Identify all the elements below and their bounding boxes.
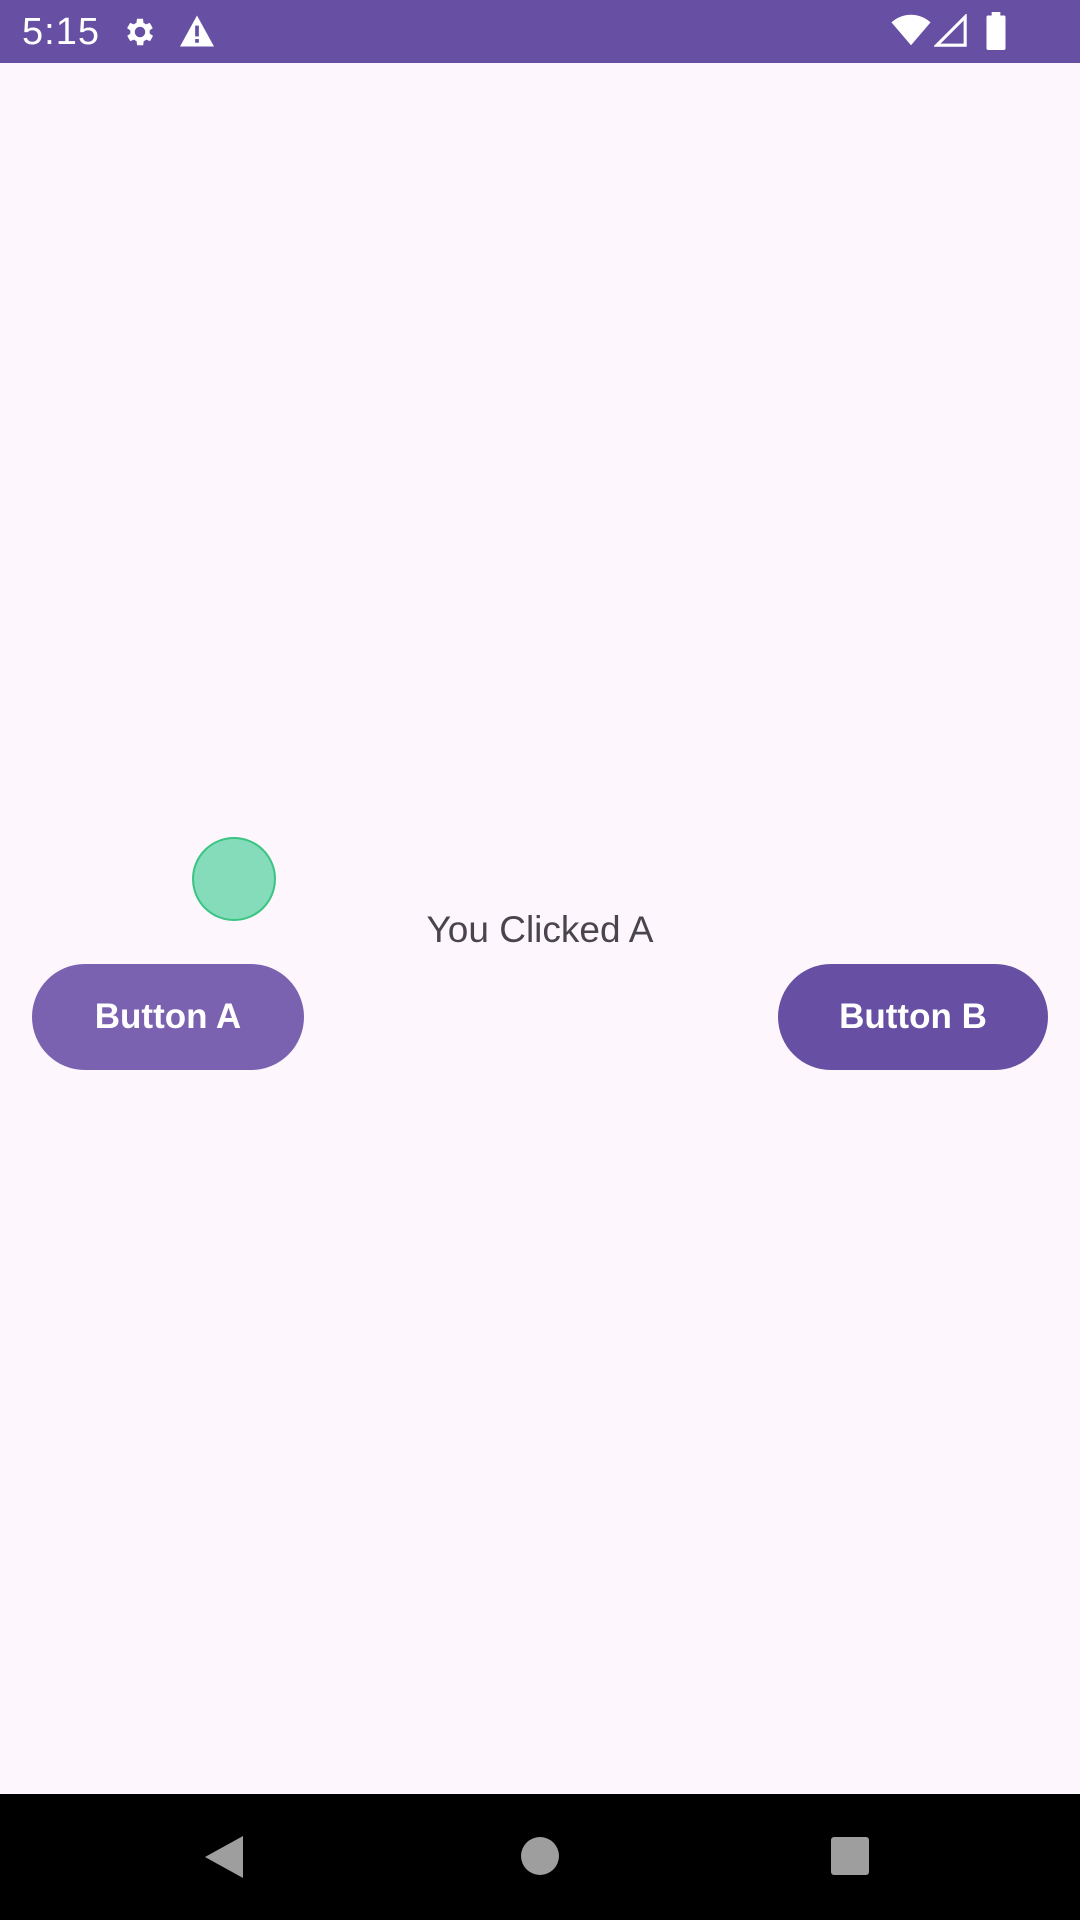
status-time: 5:15 bbox=[22, 11, 100, 53]
wifi-icon bbox=[891, 14, 931, 46]
result-text: You Clicked A bbox=[426, 909, 654, 950]
navigation-bar bbox=[0, 1794, 1080, 1920]
home-icon[interactable] bbox=[519, 1835, 561, 1877]
touch-indicator bbox=[192, 837, 276, 921]
recents-icon[interactable] bbox=[830, 1836, 870, 1876]
button-a[interactable]: Button A bbox=[32, 964, 304, 1070]
gear-icon bbox=[127, 18, 154, 46]
status-bar: 5:15 bbox=[0, 0, 1080, 63]
button-b[interactable]: Button B bbox=[778, 964, 1048, 1070]
signal-icon bbox=[934, 14, 967, 47]
battery-icon bbox=[986, 12, 1006, 50]
warning-icon bbox=[180, 15, 214, 47]
back-icon[interactable] bbox=[203, 1834, 245, 1880]
